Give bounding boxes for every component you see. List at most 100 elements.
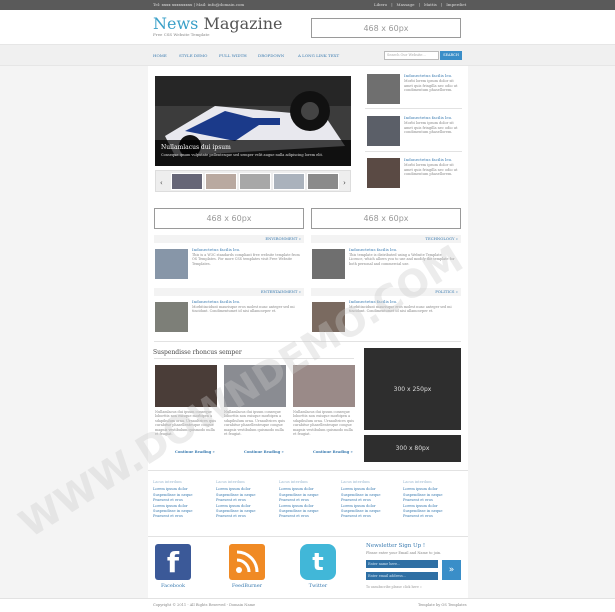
footer-link[interactable]: Praesent et eros bbox=[279, 514, 319, 519]
side-item-text: Morbi lorem ipsum dolor sit amet quis fr… bbox=[404, 121, 458, 134]
top-links: Libero | Massage | Mattis | Imperdiet bbox=[372, 0, 468, 10]
contact-info: Tel: xxxx xxxxxxxxx | Mail: info@domain.… bbox=[153, 2, 245, 7]
divider bbox=[148, 536, 468, 537]
continue-reading-link[interactable]: Continue Reading » bbox=[313, 450, 353, 454]
slider-caption: Nullamlacus dui ipsum Conseque ipsum vul… bbox=[155, 140, 351, 166]
side-item-title[interactable]: Indonectetus facilis leo. bbox=[404, 115, 452, 120]
header-ad-banner[interactable]: 468 x 60px bbox=[311, 18, 461, 38]
feedburner-label[interactable]: FeedBurner bbox=[217, 583, 277, 589]
footer-links-heading: Lacus interdum bbox=[403, 480, 432, 484]
article-thumb[interactable] bbox=[155, 249, 188, 279]
newsletter-submit-button[interactable]: » bbox=[442, 560, 461, 580]
ad-banner-right[interactable]: 468 x 60px bbox=[311, 208, 461, 229]
nav-item-home[interactable]: HOME bbox=[153, 53, 167, 58]
article-thumb[interactable] bbox=[312, 249, 345, 279]
featured-image[interactable] bbox=[155, 365, 217, 407]
newsletter-name-input[interactable]: Enter name here... bbox=[366, 560, 438, 568]
slider-thumb[interactable] bbox=[205, 173, 237, 190]
article-title[interactable]: Indonectetus facilis leo. bbox=[349, 247, 397, 252]
article-title[interactable]: Indonectetus facilis leo. bbox=[192, 299, 240, 304]
logo-magazine: Magazine bbox=[203, 14, 283, 33]
facebook-label[interactable]: Facebook bbox=[143, 583, 203, 589]
footer-link[interactable]: Praesent et eros bbox=[153, 514, 193, 519]
section-environment[interactable]: ENVIRONMENT » bbox=[154, 235, 304, 243]
footer-links-column: Lacus interdum Lorem ipsum dolor Suspend… bbox=[279, 480, 319, 520]
featured-text: Nullamlacus dui ipsum conseque loborttis… bbox=[155, 410, 217, 437]
facebook-icon[interactable]: f bbox=[155, 544, 191, 580]
divider bbox=[365, 108, 462, 109]
search-button[interactable]: SEARCH bbox=[440, 51, 462, 60]
newsletter-heading: Newsletter Sign Up ! bbox=[366, 543, 426, 549]
template-credit[interactable]: Template by OS Templates bbox=[418, 603, 467, 607]
footer-links-column: Lacus interdum Lorem ipsum dolor Suspend… bbox=[153, 480, 193, 520]
side-thumb[interactable] bbox=[367, 158, 400, 188]
footer-link[interactable]: Praesent et eros bbox=[341, 514, 381, 519]
site-logo[interactable]: News Magazine bbox=[153, 14, 283, 33]
featured-image[interactable] bbox=[293, 365, 355, 407]
slider-caption-text: Conseque ipsum vulputate pellentesque se… bbox=[161, 153, 323, 157]
newsletter-email-input[interactable]: Enter email address... bbox=[366, 572, 438, 580]
slider-caption-title: Nullamlacus dui ipsum bbox=[161, 144, 231, 151]
side-thumb[interactable] bbox=[367, 116, 400, 146]
footer-links-heading: Lacus interdum bbox=[341, 480, 370, 484]
slider-thumb[interactable] bbox=[239, 173, 271, 190]
nav-item-style-demo[interactable]: STYLE DEMO bbox=[179, 53, 207, 58]
site-tagline: Free CSS Website Template bbox=[153, 32, 210, 37]
main-nav: HOME STYLE DEMO FULL WIDTH DROPDOWN A LO… bbox=[0, 44, 615, 66]
footer-links-column: Lacus interdum Lorem ipsum dolor Suspend… bbox=[403, 480, 443, 520]
side-item-title[interactable]: Indonectetus facilis leo. bbox=[404, 157, 452, 162]
footer-links-column: Lacus interdum Lorem ipsum dolor Suspend… bbox=[216, 480, 256, 520]
slider-thumb[interactable] bbox=[171, 173, 203, 190]
article-text: This template is distributed using a Web… bbox=[349, 253, 455, 266]
featured-text: Nullamlacus dui ipsum conseque loborttis… bbox=[224, 410, 286, 437]
top-link[interactable]: Massage bbox=[395, 0, 417, 10]
ad-banner-left[interactable]: 468 x 60px bbox=[154, 208, 304, 229]
top-link[interactable]: Imperdiet bbox=[444, 0, 468, 10]
slider-prev-icon[interactable]: ‹ bbox=[160, 179, 163, 187]
section-technology[interactable]: TECHNOLOGY » bbox=[311, 235, 461, 243]
section-entertainment[interactable]: ENTERTAINMENT » bbox=[154, 288, 304, 296]
slider-thumb[interactable] bbox=[273, 173, 305, 190]
site-header: News Magazine Free CSS Website Template … bbox=[0, 10, 615, 44]
side-item-text: Morbi lorem ipsum dolor sit amet quis fr… bbox=[404, 163, 458, 176]
side-thumb[interactable] bbox=[367, 74, 400, 104]
divider bbox=[365, 151, 462, 152]
article-thumb[interactable] bbox=[312, 302, 345, 332]
ad-small[interactable]: 300 x 80px bbox=[364, 435, 461, 462]
footer-link[interactable]: Praesent et eros bbox=[216, 514, 256, 519]
search-input[interactable]: Search Our Website... bbox=[384, 51, 439, 60]
article-title[interactable]: Indonectetus facilis leo. bbox=[349, 299, 397, 304]
twitter-label[interactable]: Twitter bbox=[288, 583, 348, 589]
rss-glyph bbox=[236, 550, 259, 573]
top-link[interactable]: Mattis bbox=[422, 0, 439, 10]
article-text: This is a W3C standards compliant free w… bbox=[192, 253, 300, 266]
rss-icon[interactable] bbox=[229, 544, 265, 580]
nav-item-full-width[interactable]: FULL WIDTH bbox=[219, 53, 247, 58]
newsletter-subtext: Please enter your Email and Name to join… bbox=[366, 551, 442, 555]
side-item-title[interactable]: Indonectetus facilis leo. bbox=[404, 73, 452, 78]
section-politics[interactable]: POLITICS » bbox=[311, 288, 461, 296]
article-text: Morbitincidunt maurisque eros molest nun… bbox=[349, 305, 452, 314]
twitter-icon[interactable]: t bbox=[300, 544, 336, 580]
article-title[interactable]: Indonectetus facilis leo. bbox=[192, 247, 240, 252]
featured-heading: Suspendisse rhoncus semper bbox=[153, 349, 242, 356]
divider bbox=[154, 341, 461, 342]
unsubscribe-link[interactable]: To unsubscribe please click here » bbox=[366, 585, 422, 589]
footer-link[interactable]: Praesent et eros bbox=[403, 514, 443, 519]
top-link[interactable]: Libero bbox=[372, 0, 389, 10]
continue-reading-link[interactable]: Continue Reading » bbox=[175, 450, 215, 454]
side-item-text: Morbi lorem ipsum dolor sit amet quis fr… bbox=[404, 79, 458, 92]
slider-next-icon[interactable]: › bbox=[343, 179, 346, 187]
divider bbox=[154, 358, 354, 359]
ad-square[interactable]: 300 x 250px bbox=[364, 348, 461, 430]
slider-thumb[interactable] bbox=[307, 173, 339, 190]
nav-item-dropdown[interactable]: DROPDOWN bbox=[258, 53, 284, 58]
footer-links-heading: Lacus interdum bbox=[216, 480, 245, 484]
continue-reading-link[interactable]: Continue Reading » bbox=[244, 450, 284, 454]
featured-text: Nullamlacus dui ipsum conseque loborttis… bbox=[293, 410, 355, 437]
article-text: Morbitincidunt maurisque eros molest nun… bbox=[192, 305, 295, 314]
nav-item-long-link[interactable]: A LONG LINK TEXT bbox=[298, 53, 339, 58]
article-thumb[interactable] bbox=[155, 302, 188, 332]
divider bbox=[148, 470, 468, 471]
featured-image[interactable] bbox=[224, 365, 286, 407]
